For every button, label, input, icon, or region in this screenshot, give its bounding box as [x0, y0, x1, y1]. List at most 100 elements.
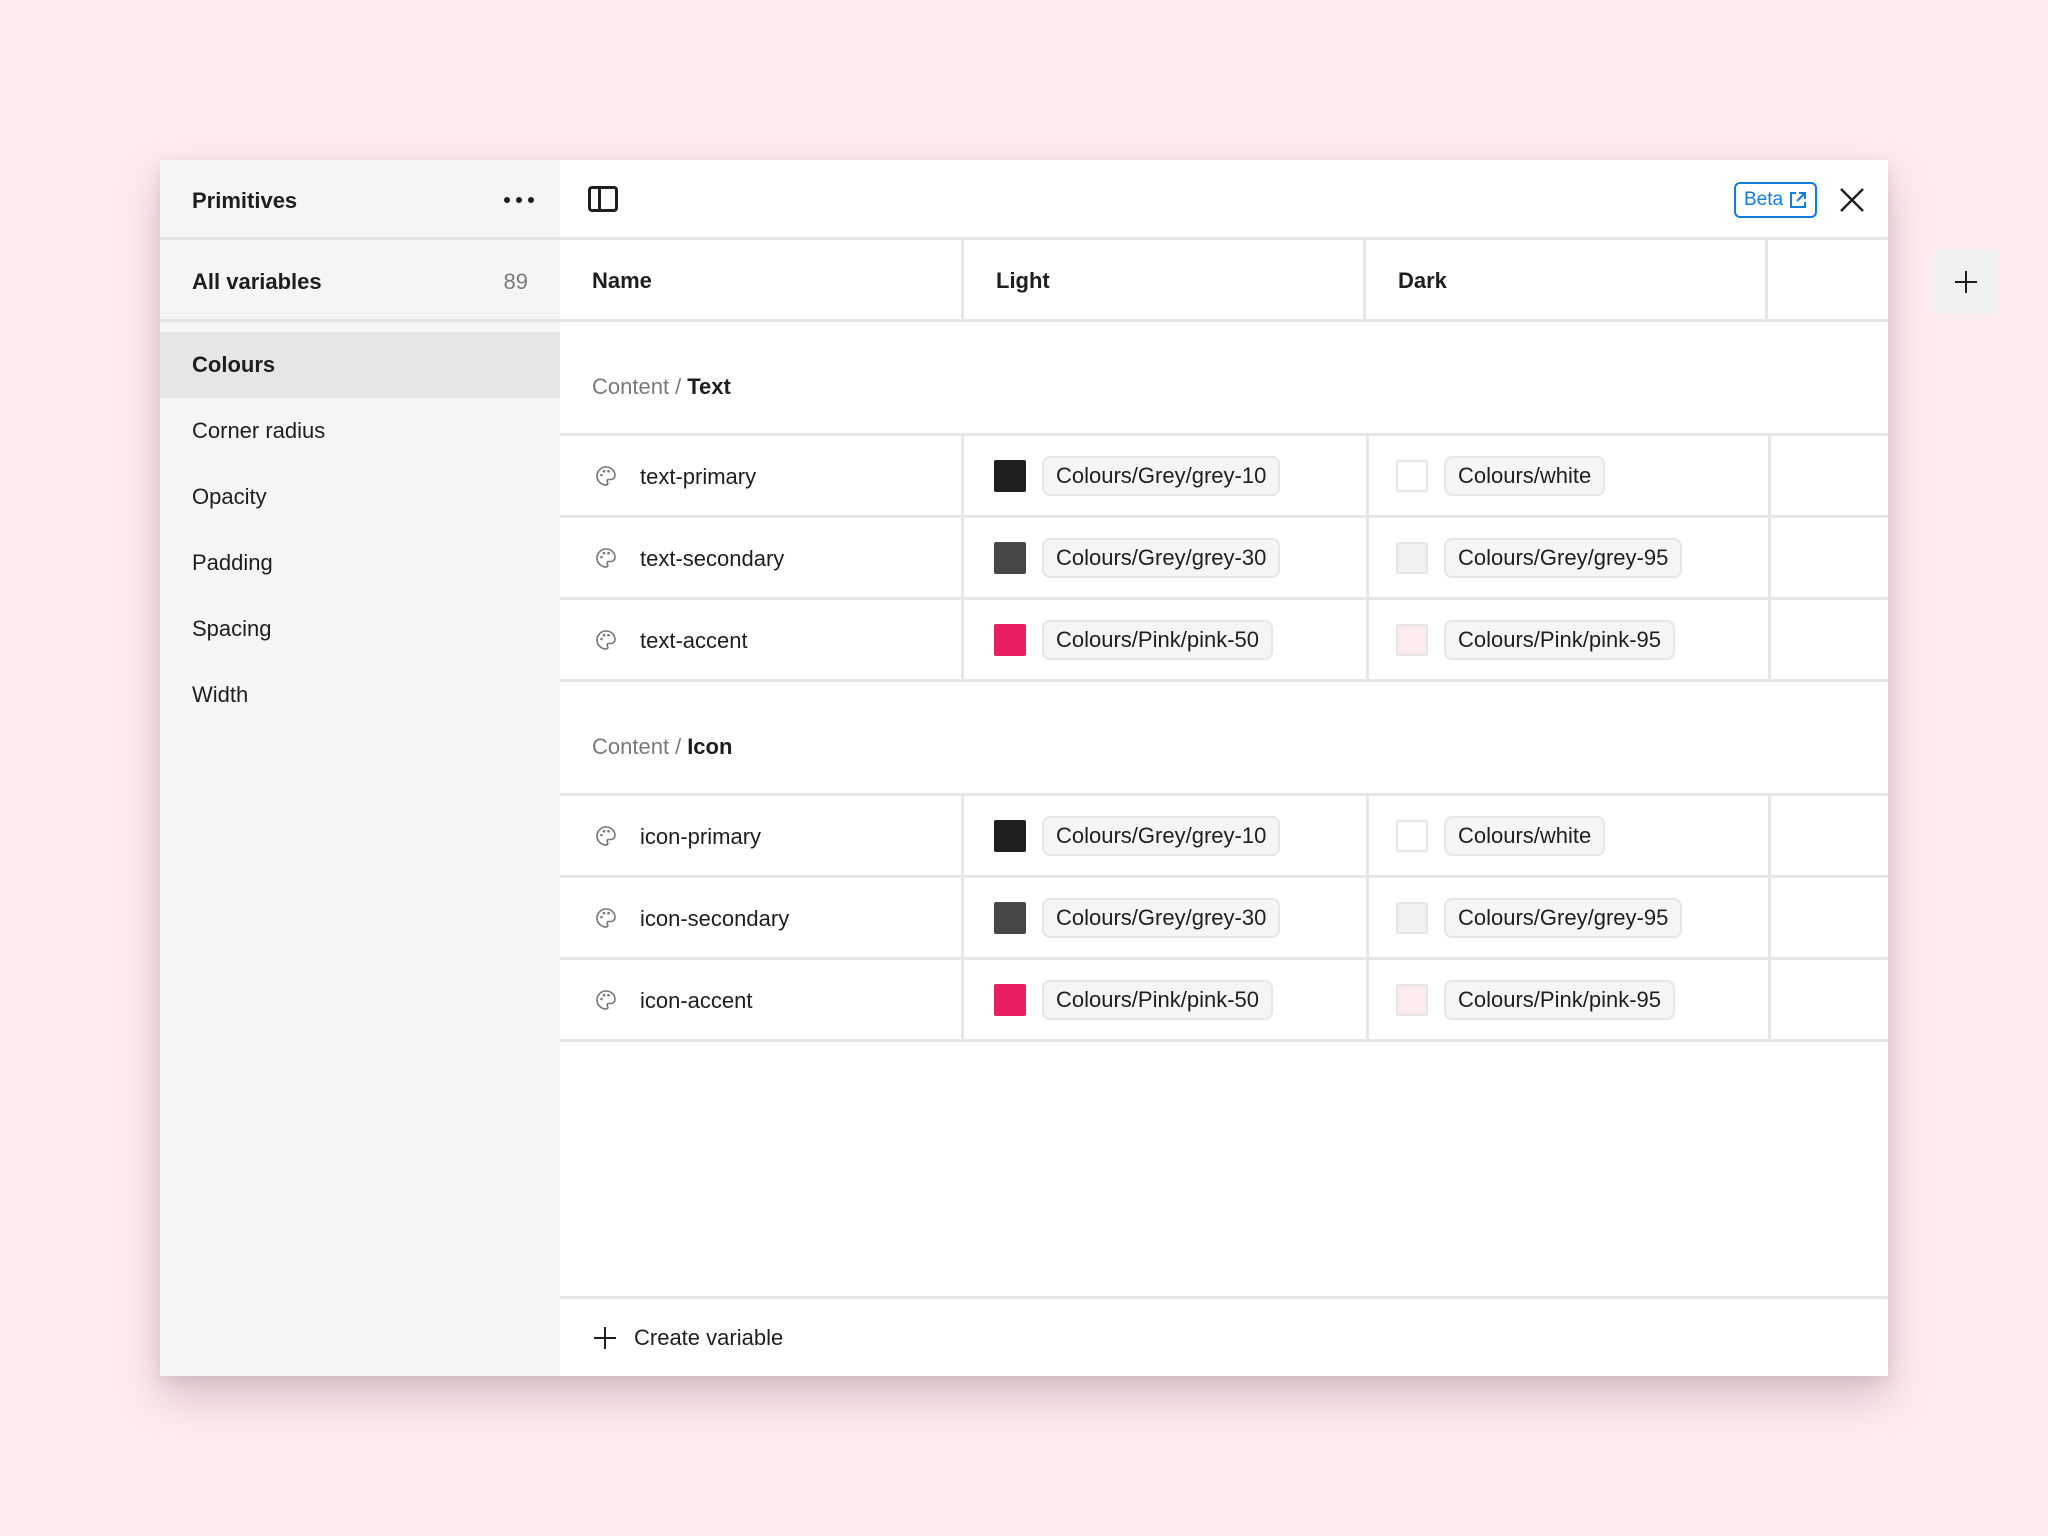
color-swatch — [1396, 984, 1428, 1016]
sidebar-item-label: Spacing — [192, 616, 272, 641]
color-swatch — [994, 902, 1026, 934]
palette-icon — [596, 466, 616, 486]
column-divider — [961, 240, 964, 319]
ellipsis-icon[interactable] — [504, 190, 540, 210]
light-value-cell[interactable]: Colours/Pink/pink-50 — [964, 600, 1369, 679]
breadcrumb-separator: / — [675, 374, 682, 399]
column-name-label: Name — [592, 268, 652, 293]
color-swatch — [1396, 460, 1428, 492]
palette-icon — [596, 826, 616, 846]
variable-name: text-accent — [640, 628, 748, 653]
beta-label: Beta — [1744, 189, 1784, 210]
sidebar-item-opacity[interactable]: Opacity — [160, 464, 560, 530]
palette-icon — [596, 548, 616, 568]
sidebar-item-label: Padding — [192, 550, 273, 575]
sidebar-item-label: Width — [192, 682, 249, 707]
color-swatch — [994, 542, 1026, 574]
plus-icon — [594, 1327, 616, 1349]
column-header-dark[interactable]: Dark — [1366, 240, 1768, 319]
alias-pill[interactable]: Colours/white — [1444, 816, 1606, 856]
alias-pill[interactable]: Colours/Grey/grey-10 — [1042, 456, 1281, 496]
alias-pill[interactable]: Colours/Pink/pink-95 — [1444, 980, 1675, 1020]
top-bar: Beta — [560, 160, 1888, 240]
collection-sidebar: Primitives All variables 89 Colours Corn… — [160, 160, 560, 1376]
column-dark-label: Dark — [1398, 268, 1447, 293]
dark-value-cell[interactable]: Colours/Pink/pink-95 — [1366, 960, 1771, 1039]
light-value-cell[interactable]: Colours/Grey/grey-10 — [964, 436, 1369, 515]
group-header: Content / Icon — [560, 682, 1888, 796]
variable-name-cell[interactable]: icon-accent — [560, 960, 964, 1039]
create-variable-button[interactable]: Create variable — [560, 1296, 1888, 1376]
variable-name-cell[interactable]: text-primary — [560, 436, 964, 515]
variable-name-cell[interactable]: text-accent — [560, 600, 964, 679]
variable-name-cell[interactable]: text-secondary — [560, 518, 964, 597]
alias-pill[interactable]: Colours/Grey/grey-30 — [1042, 538, 1281, 578]
variable-name-cell[interactable]: icon-secondary — [560, 878, 964, 957]
variable-row[interactable]: icon-accent Colours/Pink/pink-50 Colours… — [560, 960, 1888, 1042]
variable-name: icon-accent — [640, 988, 753, 1013]
alias-pill[interactable]: Colours/white — [1444, 456, 1606, 496]
alias-pill[interactable]: Colours/Grey/grey-95 — [1444, 898, 1683, 938]
dark-value-cell[interactable]: Colours/Pink/pink-95 — [1366, 600, 1771, 679]
variable-row[interactable]: icon-secondary Colours/Grey/grey-30 Colo… — [560, 878, 1888, 960]
sidebar-item-label: Opacity — [192, 484, 267, 509]
column-light-label: Light — [996, 268, 1050, 293]
group-name: Icon — [687, 734, 733, 759]
sidebar-toggle-icon[interactable] — [588, 186, 618, 212]
color-swatch — [994, 624, 1026, 656]
palette-icon — [596, 990, 616, 1010]
create-variable-label: Create variable — [634, 1325, 784, 1350]
variable-name: text-primary — [640, 464, 757, 489]
light-value-cell[interactable]: Colours/Pink/pink-50 — [964, 960, 1369, 1039]
dark-value-cell[interactable]: Colours/Grey/grey-95 — [1366, 518, 1771, 597]
sidebar-item-padding[interactable]: Padding — [160, 530, 560, 596]
sidebar-item-colours[interactable]: Colours — [160, 332, 560, 398]
color-swatch — [1396, 820, 1428, 852]
variable-row[interactable]: text-accent Colours/Pink/pink-50 Colours… — [560, 600, 1888, 682]
sidebar-item-spacing[interactable]: Spacing — [160, 596, 560, 662]
group-breadcrumb: Content / Text — [592, 374, 731, 400]
variable-group-icon: Content / Icon icon-primary Colours/Grey/g… — [560, 682, 1888, 1042]
color-swatch — [1396, 542, 1428, 574]
variable-name-cell[interactable]: icon-primary — [560, 796, 964, 875]
column-header-light[interactable]: Light — [964, 240, 1366, 319]
alias-pill[interactable]: Colours/Pink/pink-50 — [1042, 980, 1273, 1020]
all-variables-count: 89 — [503, 269, 528, 294]
alias-pill[interactable]: Colours/Grey/grey-30 — [1042, 898, 1281, 938]
new-variable-mode-button[interactable] — [1934, 250, 1998, 314]
close-icon[interactable] — [1838, 186, 1866, 214]
all-variables-item[interactable]: All variables 89 — [160, 240, 560, 322]
light-value-cell[interactable]: Colours/Grey/grey-30 — [964, 518, 1369, 597]
sidebar-item-width[interactable]: Width — [160, 662, 560, 728]
group-list: Colours Corner radius Opacity Padding Sp… — [160, 332, 560, 728]
light-value-cell[interactable]: Colours/Grey/grey-10 — [964, 796, 1369, 875]
group-parent: Content — [592, 374, 670, 399]
group-header: Content / Text — [560, 322, 1888, 436]
beta-button[interactable]: Beta — [1734, 182, 1818, 218]
color-swatch — [1396, 624, 1428, 656]
dark-value-cell[interactable]: Colours/Grey/grey-95 — [1366, 878, 1771, 957]
alias-pill[interactable]: Colours/Grey/grey-95 — [1444, 538, 1683, 578]
column-divider — [1765, 240, 1768, 319]
collection-header: Primitives — [160, 160, 560, 240]
variables-panel: Primitives All variables 89 Colours Corn… — [160, 160, 1998, 1376]
alias-pill[interactable]: Colours/Pink/pink-50 — [1042, 620, 1273, 660]
color-swatch — [994, 820, 1026, 852]
alias-pill[interactable]: Colours/Pink/pink-95 — [1444, 620, 1675, 660]
collection-title: Primitives — [192, 188, 298, 213]
variable-row[interactable]: text-primary Colours/Grey/grey-10 Colour… — [560, 436, 1888, 518]
color-swatch — [994, 984, 1026, 1016]
variable-row[interactable]: text-secondary Colours/Grey/grey-30 Colo… — [560, 518, 1888, 600]
palette-icon — [596, 908, 616, 928]
color-swatch — [1396, 902, 1428, 934]
dark-value-cell[interactable]: Colours/white — [1366, 436, 1771, 515]
variable-row[interactable]: icon-primary Colours/Grey/grey-10 Colour… — [560, 796, 1888, 878]
group-parent: Content — [592, 734, 670, 759]
alias-pill[interactable]: Colours/Grey/grey-10 — [1042, 816, 1281, 856]
sidebar-item-corner-radius[interactable]: Corner radius — [160, 398, 560, 464]
light-value-cell[interactable]: Colours/Grey/grey-30 — [964, 878, 1369, 957]
dark-value-cell[interactable]: Colours/white — [1366, 796, 1771, 875]
external-link-icon — [1790, 192, 1807, 208]
group-name: Text — [687, 374, 731, 399]
variable-name: text-secondary — [640, 546, 785, 571]
